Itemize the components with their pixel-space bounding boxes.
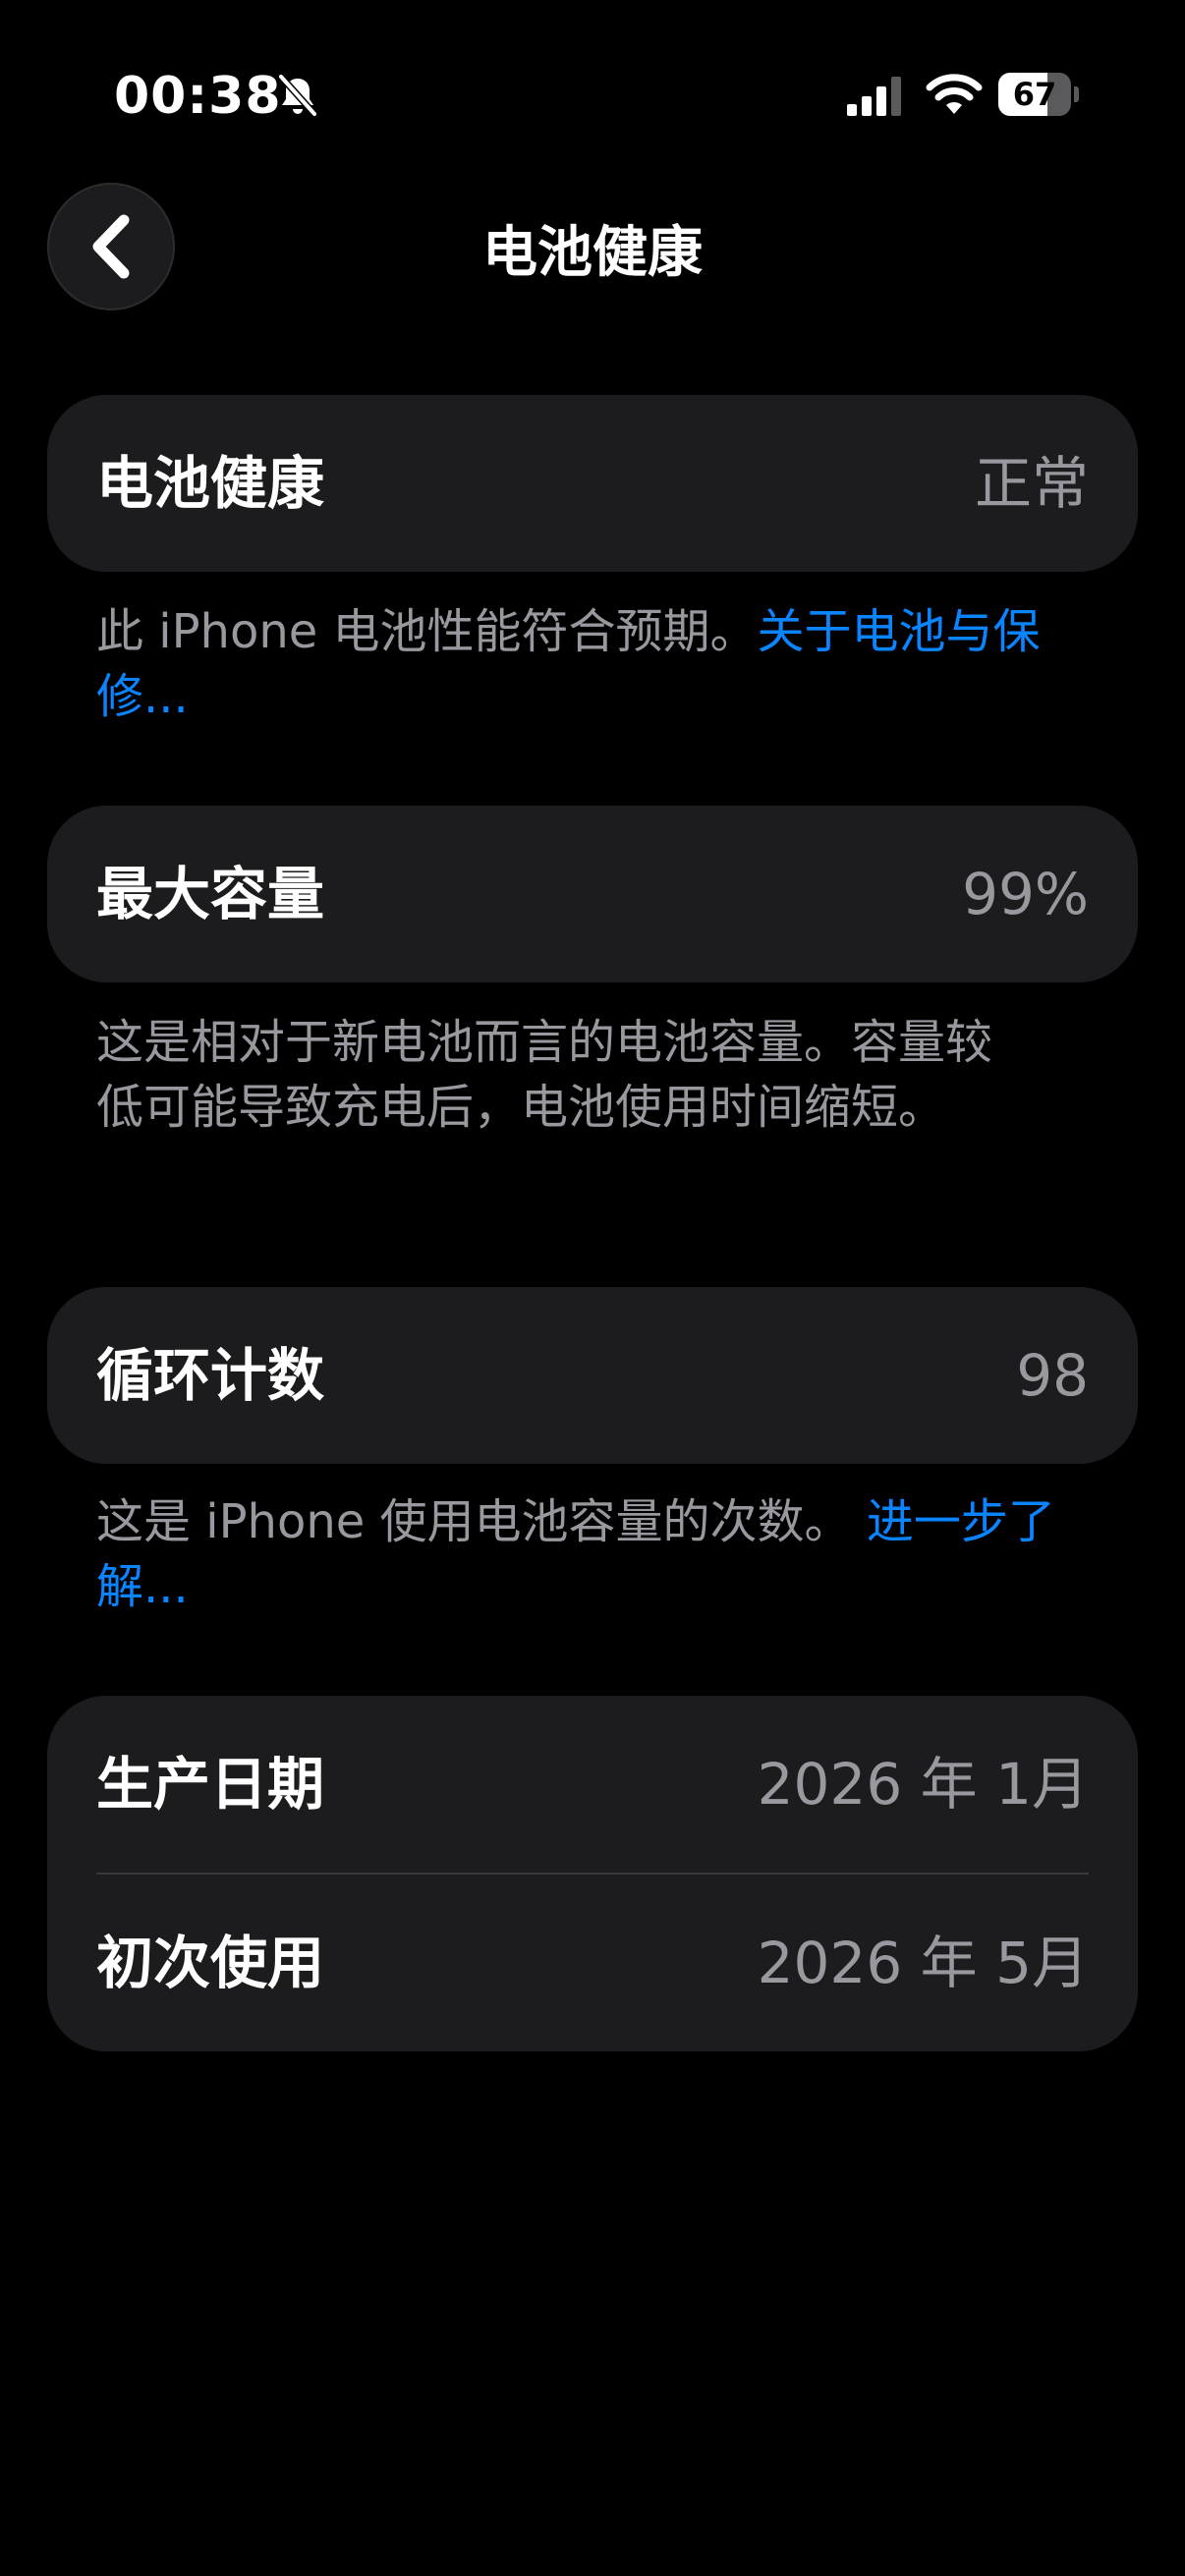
max-capacity-row: 最大容量 99% (47, 806, 1138, 982)
dates-card: 生产日期 2026 年 1月 初次使用 2026 年 5月 (47, 1696, 1138, 2051)
battery-health-label: 电池健康 (96, 450, 325, 517)
max-capacity-card: 最大容量 99% (47, 806, 1138, 982)
status-bar: 00:38 67 (0, 0, 1185, 187)
battery-cap (1074, 86, 1079, 102)
battery-body: 67 (998, 73, 1071, 116)
cycle-count-card: 循环计数 98 (47, 1287, 1138, 1464)
chevron-left-icon (92, 214, 130, 279)
max-capacity-label: 最大容量 (96, 861, 325, 927)
manufacture-date-row: 生产日期 2026 年 1月 (47, 1696, 1138, 1873)
wifi-icon (926, 74, 983, 114)
battery-health-footnote: 此 iPhone 电池性能符合预期。关于电池与保修... (96, 599, 1089, 729)
first-use-value: 2026 年 5月 (757, 1930, 1089, 1996)
back-button[interactable] (47, 183, 175, 310)
battery-health-footnote-text: 此 iPhone 电池性能符合预期。 (96, 604, 758, 659)
battery-health-row: 电池健康 正常 (47, 395, 1138, 572)
manufacture-date-value: 2026 年 1月 (757, 1751, 1089, 1818)
cycle-count-row: 循环计数 98 (47, 1287, 1138, 1464)
bell-slash-icon (278, 74, 317, 117)
manufacture-date-label: 生产日期 (96, 1751, 325, 1818)
cycle-count-value: 98 (1016, 1342, 1089, 1409)
first-use-row: 初次使用 2026 年 5月 (47, 1875, 1138, 2051)
cycle-count-footnote-text: 这是 iPhone 使用电池容量的次数。 (96, 1494, 867, 1549)
max-capacity-value: 99% (962, 861, 1089, 927)
cellular-signal-icon (847, 77, 901, 116)
cycle-count-footnote: 这是 iPhone 使用电池容量的次数。 进一步了解... (96, 1489, 1089, 1619)
battery-level: 67 (1012, 76, 1057, 113)
max-capacity-footnote: 这是相对于新电池而言的电池容量。容量较低可能导致充电后，电池使用时间缩短。 (96, 1015, 993, 1135)
page-title: 电池健康 (482, 221, 703, 285)
first-use-label: 初次使用 (96, 1930, 325, 1996)
status-time: 00:38 (114, 67, 282, 126)
cycle-count-label: 循环计数 (96, 1342, 325, 1409)
battery-health-card: 电池健康 正常 (47, 395, 1138, 572)
battery-icon: 67 (998, 73, 1079, 116)
battery-health-value: 正常 (974, 450, 1089, 517)
